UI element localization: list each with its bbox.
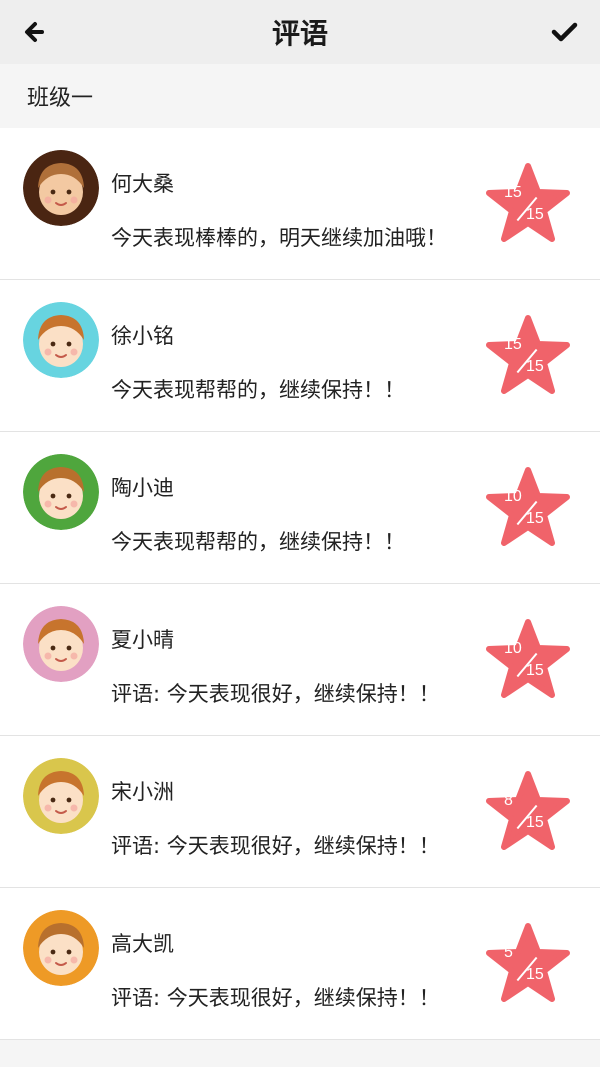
student-name: 高大凯 <box>111 932 174 956</box>
student-name: 陶小迪 <box>111 476 174 500</box>
score-total: 15 <box>526 358 544 375</box>
student-comment: 评语: 今天表现很好，继续保持！！ <box>111 682 440 706</box>
score-star: 10 15 <box>484 466 572 550</box>
score-star: 10 15 <box>484 618 572 702</box>
star-icon <box>486 771 570 850</box>
class-name: 班级一 <box>27 86 94 111</box>
avatar <box>23 910 99 986</box>
score-total: 15 <box>526 966 544 983</box>
score-total: 15 <box>526 206 544 223</box>
star-icon <box>486 467 570 546</box>
student-comment: 今天表现棒棒的，明天继续加油哦！ <box>111 226 447 250</box>
star-icon <box>486 619 570 698</box>
avatar <box>23 758 99 834</box>
checkmark-icon <box>551 22 578 42</box>
student-row[interactable]: 徐小铭 今天表现帮帮的，继续保持！！ 15 15 <box>0 280 600 432</box>
score-star: 15 15 <box>484 162 572 246</box>
score-total: 15 <box>526 814 544 831</box>
student-comment: 评语: 今天表现很好，继续保持！！ <box>111 834 440 858</box>
score-star: 5 15 <box>484 922 572 1006</box>
score-value: 10 <box>504 488 522 505</box>
student-row[interactable]: 何大桑 今天表现棒棒的，明天继续加油哦！ 15 15 <box>0 128 600 280</box>
confirm-button[interactable] <box>548 16 580 48</box>
student-row[interactable]: 宋小洲 评语: 今天表现很好，继续保持！！ 8 15 <box>0 736 600 888</box>
star-icon <box>486 923 570 1002</box>
student-row[interactable]: 陶小迪 今天表现帮帮的，继续保持！！ 10 15 <box>0 432 600 584</box>
score-total: 15 <box>526 510 544 527</box>
class-selector[interactable]: 班级一 <box>0 64 600 128</box>
avatar <box>23 302 99 378</box>
avatar <box>23 150 99 226</box>
score-value: 15 <box>504 184 522 201</box>
star-icon <box>486 315 570 394</box>
star-icon <box>486 163 570 242</box>
score-star: 15 15 <box>484 314 572 398</box>
score-star: 8 15 <box>484 770 572 854</box>
page-title: 评语 <box>271 17 328 50</box>
score-value: 10 <box>504 640 522 657</box>
student-row[interactable]: 夏小晴 评语: 今天表现很好，继续保持！！ 10 15 <box>0 584 600 736</box>
student-list: 何大桑 今天表现棒棒的，明天继续加油哦！ 15 15 徐小铭 今天表现帮帮的，继… <box>0 128 600 1040</box>
avatar <box>23 606 99 682</box>
student-name: 夏小晴 <box>111 628 174 652</box>
student-comment: 今天表现帮帮的，继续保持！！ <box>111 378 405 402</box>
score-value: 15 <box>504 336 522 353</box>
score-value: 5 <box>504 944 513 961</box>
student-name: 徐小铭 <box>111 324 174 348</box>
student-row[interactable]: 高大凯 评语: 今天表现很好，继续保持！！ 5 15 <box>0 888 600 1040</box>
avatar <box>23 454 99 530</box>
back-button[interactable] <box>20 16 52 48</box>
score-total: 15 <box>526 662 544 679</box>
score-value: 8 <box>504 792 513 809</box>
student-name: 宋小洲 <box>111 780 174 804</box>
student-name: 何大桑 <box>111 172 174 196</box>
top-bar: 评语 <box>0 0 600 64</box>
student-comment: 评语: 今天表现很好，继续保持！！ <box>111 986 440 1010</box>
student-comment: 今天表现帮帮的，继续保持！！ <box>111 530 405 554</box>
arrow-left-icon <box>25 22 44 42</box>
